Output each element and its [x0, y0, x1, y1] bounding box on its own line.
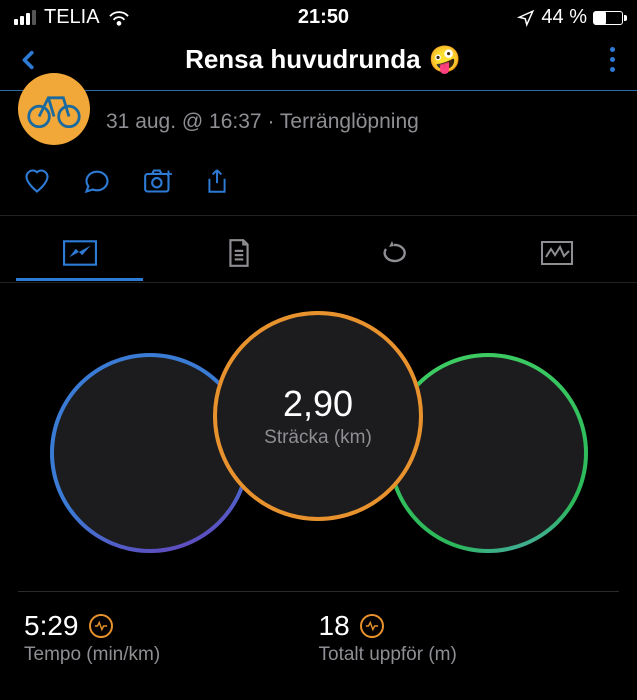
- carrier-label: TELIA: [44, 6, 100, 29]
- title-emoji: 🤪: [429, 44, 461, 75]
- page-title-text: Rensa huvudrunda: [185, 44, 420, 75]
- pulse-icon: [360, 614, 384, 638]
- elevation-value: 18: [319, 610, 350, 642]
- signal-icon: [14, 10, 36, 25]
- status-bar: TELIA 21:50 44 %: [0, 0, 637, 33]
- wifi-icon: [108, 9, 130, 27]
- tab-bar: [0, 215, 637, 283]
- action-row: [0, 163, 637, 215]
- tab-stats[interactable]: [0, 228, 159, 280]
- elevation-label: Totalt uppför (m): [319, 644, 614, 666]
- nav-header: Rensa huvudrunda 🤪: [0, 33, 637, 90]
- comment-icon[interactable]: [82, 167, 112, 195]
- dial-distance[interactable]: 2,90 Sträcka (km): [213, 311, 423, 521]
- location-icon: [517, 9, 535, 27]
- activity-subtitle: 31 aug. @ 16:37 · Terränglöpning: [106, 110, 419, 134]
- clock: 21:50: [298, 6, 349, 29]
- share-icon[interactable]: [204, 167, 230, 197]
- battery-icon: [593, 11, 623, 25]
- back-icon[interactable]: [18, 45, 40, 75]
- activity-header: 31 aug. @ 16:37 · Terränglöpning: [0, 91, 637, 163]
- stat-elevation[interactable]: 18 Totalt uppför (m): [319, 610, 614, 666]
- stat-pace[interactable]: 5:29 Tempo (min/km): [24, 610, 319, 666]
- tab-details[interactable]: [159, 226, 318, 282]
- tab-laps[interactable]: [319, 229, 478, 279]
- tab-chart[interactable]: [478, 228, 637, 280]
- more-menu-button[interactable]: [606, 43, 619, 76]
- dial-area: 15:52 Tid 199 Kalorier 2,90 Sträcka (km): [0, 303, 637, 583]
- battery-pct: 44 %: [541, 6, 587, 29]
- pace-label: Tempo (min/km): [24, 644, 319, 666]
- camera-icon[interactable]: [142, 167, 174, 195]
- pace-value: 5:29: [24, 610, 79, 642]
- avatar[interactable]: [18, 73, 90, 145]
- page-title: Rensa huvudrunda 🤪: [185, 44, 461, 75]
- bottom-stats: 5:29 Tempo (min/km) 18 Totalt uppför (m): [0, 592, 637, 666]
- heart-icon[interactable]: [22, 167, 52, 195]
- pulse-icon: [89, 614, 113, 638]
